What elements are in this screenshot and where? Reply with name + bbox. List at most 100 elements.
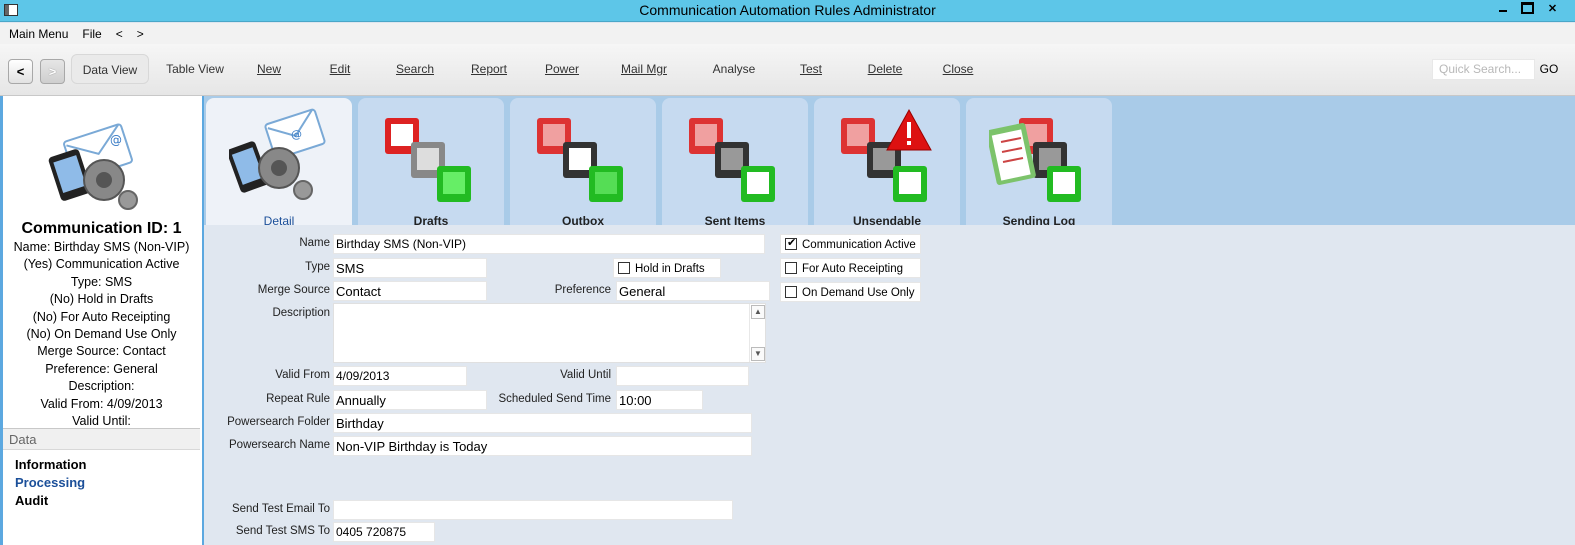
- quick-search-input[interactable]: Quick Search...: [1432, 59, 1535, 80]
- description-textarea[interactable]: ▲ ▼: [333, 303, 766, 363]
- communication-active-label: Communication Active: [802, 239, 916, 251]
- communication-phone-gear-icon: @: [229, 108, 326, 200]
- preference-field[interactable]: General: [616, 281, 770, 301]
- outbox-trays-icon: [537, 118, 623, 202]
- hold-in-drafts-label: Hold in Drafts: [635, 263, 705, 275]
- scheduled-send-time-label: Scheduled Send Time: [498, 393, 611, 405]
- search-button[interactable]: Search: [386, 54, 444, 84]
- report-button[interactable]: Report: [460, 54, 518, 84]
- on-demand-checkbox[interactable]: On Demand Use Only: [780, 282, 921, 302]
- on-demand-label: On Demand Use Only: [802, 287, 915, 299]
- go-button[interactable]: GO: [1536, 62, 1562, 76]
- summary-lines: Name: Birthday SMS (Non-VIP) (Yes) Commu…: [3, 239, 200, 430]
- sent-items-trays-icon: [689, 118, 775, 202]
- menu-forward[interactable]: >: [137, 27, 144, 41]
- communication-active-box[interactable]: [785, 236, 797, 250]
- preference-label: Preference: [554, 284, 611, 296]
- edit-button[interactable]: Edit: [314, 54, 366, 84]
- power-label: Power: [544, 62, 579, 76]
- valid-until-field[interactable]: [616, 366, 749, 386]
- minimize-button[interactable]: [1490, 0, 1515, 16]
- auto-receipting-checkbox[interactable]: For Auto Receipting: [780, 258, 921, 278]
- repeat-rule-field[interactable]: Annually: [333, 390, 487, 410]
- data-view-label: Data View: [82, 63, 138, 77]
- forward-button[interactable]: >: [40, 59, 65, 84]
- merge-source-label: Merge Source: [257, 284, 330, 296]
- delete-button[interactable]: Delete: [856, 54, 914, 84]
- tab-drafts[interactable]: Drafts: [358, 98, 504, 228]
- description-scrollbar[interactable]: ▲ ▼: [749, 304, 765, 362]
- auto-receipting-label: For Auto Receipting: [802, 263, 904, 275]
- hold-in-drafts-box[interactable]: [618, 262, 630, 274]
- new-button[interactable]: New: [243, 54, 295, 84]
- menu-file[interactable]: File: [82, 27, 101, 41]
- send-test-sms-field[interactable]: 0405 720875: [333, 522, 435, 542]
- hold-in-drafts-checkbox[interactable]: Hold in Drafts: [613, 258, 721, 278]
- summary-line: Name: Birthday SMS (Non-VIP): [13, 240, 190, 254]
- svg-text:@: @: [291, 128, 302, 141]
- valid-from-label: Valid From: [275, 369, 330, 381]
- type-field[interactable]: SMS: [333, 258, 487, 278]
- on-demand-box[interactable]: [785, 286, 797, 298]
- table-view-button[interactable]: Table View: [156, 54, 234, 84]
- data-section-header: Data: [3, 428, 200, 450]
- tab-detail[interactable]: @ Detail: [206, 98, 352, 228]
- summary-line: (No) Hold in Drafts: [49, 292, 154, 307]
- data-section-list: Information Processing Audit: [15, 456, 87, 510]
- scroll-down-icon[interactable]: ▼: [751, 347, 765, 361]
- powersearch-folder-field[interactable]: Birthday: [333, 413, 752, 433]
- powersearch-name-field[interactable]: Non-VIP Birthday is Today: [333, 436, 752, 456]
- tab-strip: @ Detail Drafts Outbox Sent Items Unsend…: [204, 96, 1575, 228]
- powersearch-name-label: Powersearch Name: [229, 439, 330, 451]
- communication-phone-gear-icon: @: [48, 123, 138, 210]
- test-button[interactable]: Test: [787, 54, 835, 84]
- delete-label: Delete: [867, 62, 903, 76]
- close-window-button[interactable]: [1540, 0, 1565, 16]
- summary-line: Type: SMS: [70, 274, 133, 289]
- edit-label: Edit: [329, 62, 351, 76]
- maximize-button[interactable]: [1515, 0, 1540, 16]
- report-label: Report: [470, 62, 508, 76]
- sidebar-item-processing[interactable]: Processing: [15, 474, 87, 492]
- toolbar: < > Data View Table View New Edit Search…: [0, 44, 1575, 96]
- summary-line: (No) For Auto Receipting: [32, 309, 171, 324]
- merge-source-field[interactable]: Contact: [333, 281, 487, 301]
- main-panel: @ Detail Drafts Outbox Sent Items Unsend…: [204, 96, 1575, 545]
- mail-mgr-button[interactable]: Mail Mgr: [610, 54, 678, 84]
- analyse-button[interactable]: Analyse: [700, 54, 768, 84]
- scroll-up-icon[interactable]: ▲: [751, 305, 765, 319]
- tab-outbox[interactable]: Outbox: [510, 98, 656, 228]
- data-view-button[interactable]: Data View: [71, 54, 149, 84]
- menu-main-menu[interactable]: Main Menu: [9, 27, 68, 41]
- detail-form: Name Birthday SMS (Non-VIP) Type SMS Hol…: [204, 225, 1575, 545]
- communication-id-title: Communication ID: 1: [21, 220, 182, 237]
- menu-back[interactable]: <: [116, 27, 123, 41]
- sending-log-clipboard-icon: [989, 118, 1081, 202]
- test-label: Test: [799, 62, 822, 76]
- repeat-rule-label: Repeat Rule: [266, 393, 330, 405]
- valid-from-field[interactable]: 4/09/2013: [333, 366, 467, 386]
- tab-unsendable[interactable]: Unsendable: [814, 98, 960, 228]
- new-label: New: [256, 62, 281, 76]
- sidebar-item-information[interactable]: Information: [15, 456, 87, 474]
- name-field[interactable]: Birthday SMS (Non-VIP): [333, 234, 765, 254]
- power-button[interactable]: Power: [534, 54, 590, 84]
- sidebar-item-audit[interactable]: Audit: [15, 492, 87, 510]
- auto-receipting-box[interactable]: [785, 262, 797, 274]
- type-label: Type: [305, 261, 330, 273]
- summary-line: Preference: General: [45, 361, 158, 376]
- svg-text:@: @: [110, 133, 122, 147]
- summary-line: (No) On Demand Use Only: [26, 327, 177, 342]
- title-bar: Communication Automation Rules Administr…: [0, 0, 1575, 22]
- description-label: Description: [272, 307, 330, 319]
- unsendable-warning-icon: [841, 108, 932, 202]
- close-button[interactable]: Close: [931, 54, 985, 84]
- send-test-email-field[interactable]: [333, 500, 733, 520]
- back-button[interactable]: <: [8, 59, 33, 84]
- tab-sending-log[interactable]: Sending Log: [966, 98, 1112, 228]
- summary-line: Merge Source: Contact: [37, 344, 166, 359]
- tab-sent-items[interactable]: Sent Items: [662, 98, 808, 228]
- communication-active-checkbox[interactable]: Communication Active: [780, 234, 921, 254]
- mail-mgr-label: Mail Mgr: [620, 62, 667, 76]
- scheduled-send-time-field[interactable]: 10:00: [616, 390, 703, 410]
